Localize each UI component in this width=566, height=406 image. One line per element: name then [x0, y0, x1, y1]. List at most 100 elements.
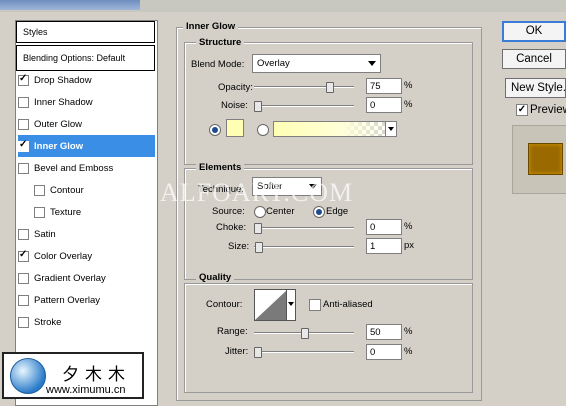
style-item-label: Pattern Overlay	[34, 294, 100, 306]
opacity-input[interactable]: 75	[366, 78, 402, 94]
choke-percent: %	[404, 221, 413, 232]
size-input[interactable]: 1	[366, 238, 402, 254]
style-item-inner-shadow[interactable]: Inner Shadow	[18, 91, 155, 113]
style-item-gradient-overlay[interactable]: Gradient Overlay	[18, 267, 155, 289]
antialiased-checkbox[interactable]	[309, 299, 321, 311]
style-checkbox[interactable]	[18, 228, 29, 240]
blending-options-item[interactable]: Blending Options: Default	[16, 45, 155, 71]
noise-input[interactable]: 0	[366, 97, 402, 113]
contour-label: Contour:	[206, 299, 243, 310]
range-input[interactable]: 50	[366, 324, 402, 340]
style-item-label: Bevel and Emboss	[34, 162, 114, 174]
style-item-label: Gradient Overlay	[34, 272, 106, 284]
inner-glow-title: Inner Glow	[183, 21, 239, 32]
noise-slider-track	[254, 105, 354, 107]
style-checkbox[interactable]	[34, 206, 45, 218]
size-slider-thumb[interactable]	[255, 242, 263, 253]
range-slider[interactable]	[254, 328, 354, 339]
noise-label: Noise:	[221, 100, 248, 111]
style-item-color-overlay[interactable]: Color Overlay	[18, 245, 155, 267]
preview-label: Preview	[530, 104, 566, 116]
style-checkbox[interactable]	[18, 316, 29, 328]
blend-mode-select[interactable]: Overlay	[252, 54, 381, 73]
style-item-label: Inner Glow	[34, 140, 84, 152]
range-slider-thumb[interactable]	[301, 328, 309, 339]
style-item-bevel-and-emboss[interactable]: Bevel and Emboss	[18, 157, 155, 179]
antialiased-label: Anti-aliased	[323, 299, 373, 310]
site-logo: 夕木木 www.ximumu.cn	[2, 352, 144, 399]
style-item-label: Stroke	[34, 316, 62, 328]
size-px: px	[404, 240, 415, 251]
choke-slider[interactable]	[254, 223, 354, 234]
style-checkbox[interactable]	[18, 96, 29, 108]
gradient-dropdown[interactable]	[385, 122, 396, 136]
style-checkbox[interactable]	[18, 249, 29, 262]
style-checkbox[interactable]	[18, 162, 29, 174]
solid-color-radio[interactable]	[209, 124, 221, 136]
globe-icon	[10, 358, 46, 394]
choke-input[interactable]: 0	[366, 219, 402, 235]
styles-list: Styles Blending Options: Default Drop Sh…	[15, 20, 158, 406]
jitter-slider[interactable]	[254, 347, 354, 358]
contour-curve-icon	[255, 290, 287, 320]
style-item-outer-glow[interactable]: Outer Glow	[18, 113, 155, 135]
contour-dropdown[interactable]	[286, 290, 295, 320]
watermark: ALFOART.COM	[160, 178, 354, 207]
gradient-radio[interactable]	[257, 124, 269, 136]
jitter-slider-thumb[interactable]	[254, 347, 262, 358]
opacity-slider-track	[254, 86, 354, 88]
jitter-slider-track	[254, 351, 354, 353]
jitter-input[interactable]: 0	[366, 344, 402, 360]
style-item-label: Drop Shadow	[34, 74, 92, 86]
structure-title: Structure	[196, 37, 245, 48]
opacity-slider[interactable]	[254, 82, 354, 93]
glow-color-swatch[interactable]	[226, 119, 244, 137]
logo-url: www.ximumu.cn	[46, 384, 126, 396]
quality-title: Quality	[196, 272, 235, 283]
choke-slider-track	[254, 227, 354, 229]
preview-swatch	[528, 143, 563, 175]
contour-picker[interactable]	[254, 289, 296, 321]
style-item-label: Color Overlay	[34, 250, 93, 262]
style-item-label: Outer Glow	[34, 118, 83, 130]
style-checkbox[interactable]	[18, 272, 29, 284]
jitter-label: Jitter:	[225, 346, 249, 357]
style-checkbox[interactable]	[18, 73, 29, 86]
title-bar-strip	[0, 0, 566, 12]
style-item-texture[interactable]: Texture	[34, 201, 155, 223]
style-item-label: Contour	[50, 184, 84, 196]
blend-mode-label: Blend Mode:	[191, 59, 245, 70]
choke-label: Choke:	[216, 222, 247, 233]
gradient-preview[interactable]	[273, 121, 397, 137]
preview-checkbox[interactable]: ✓	[516, 104, 528, 116]
style-checkbox[interactable]	[18, 294, 29, 306]
new-style-button[interactable]: New Style...	[505, 78, 566, 98]
style-item-drop-shadow[interactable]: Drop Shadow	[18, 69, 155, 91]
blend-mode-value: Overlay	[257, 58, 290, 69]
chevron-down-icon	[288, 302, 294, 306]
ok-button[interactable]: OK	[502, 21, 566, 42]
range-label: Range:	[217, 326, 248, 337]
style-item-stroke[interactable]: Stroke	[18, 311, 155, 333]
opacity-label: Opacity:	[218, 82, 253, 93]
size-slider[interactable]	[254, 242, 354, 253]
style-item-satin[interactable]: Satin	[18, 223, 155, 245]
style-checkbox[interactable]	[18, 118, 29, 130]
style-item-contour[interactable]: Contour	[34, 179, 155, 201]
style-checkbox[interactable]	[18, 139, 29, 152]
style-item-pattern-overlay[interactable]: Pattern Overlay	[18, 289, 155, 311]
chevron-down-icon	[368, 61, 376, 66]
elements-title: Elements	[196, 162, 245, 173]
styles-header[interactable]: Styles	[16, 21, 155, 43]
range-percent: %	[404, 326, 413, 337]
opacity-percent: %	[404, 80, 413, 91]
noise-slider-thumb[interactable]	[254, 101, 262, 112]
style-item-inner-glow[interactable]: Inner Glow	[18, 135, 155, 157]
chevron-down-icon	[388, 127, 394, 131]
jitter-percent: %	[404, 346, 413, 357]
style-checkbox[interactable]	[34, 184, 45, 196]
opacity-slider-thumb[interactable]	[326, 82, 334, 93]
choke-slider-thumb[interactable]	[254, 223, 262, 234]
noise-slider[interactable]	[254, 101, 354, 112]
cancel-button[interactable]: Cancel	[502, 49, 566, 69]
